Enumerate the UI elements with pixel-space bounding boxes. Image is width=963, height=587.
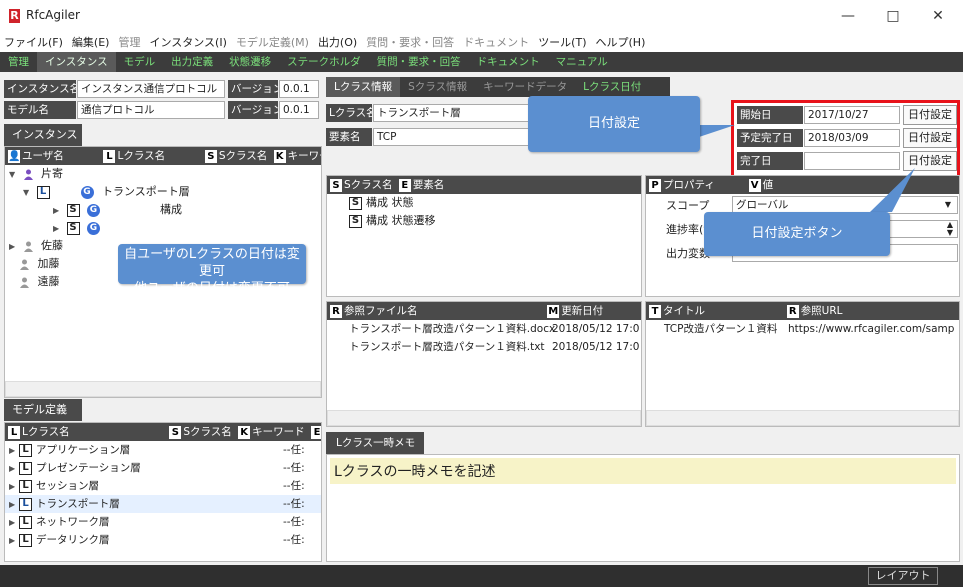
callout-user-rule: 自ユーザのLクラスの日付は変更可 他ユーザの日付は変更不可 (118, 244, 306, 296)
callout-date-setting: 日付設定 (528, 96, 700, 152)
callout-arrow-button (870, 168, 915, 212)
callout-date-button: 日付設定ボタン (704, 212, 890, 256)
